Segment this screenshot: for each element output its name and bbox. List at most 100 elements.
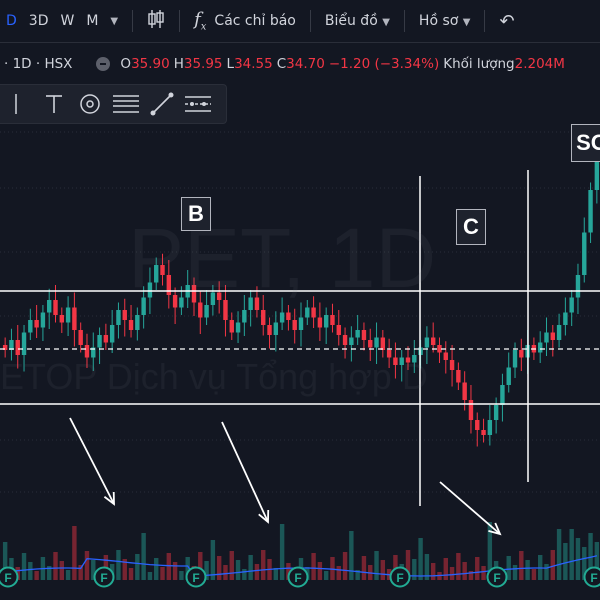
candle-body xyxy=(537,342,543,353)
chart-menu-button[interactable]: Biểu đồ ▼ xyxy=(319,13,396,29)
volume-bar xyxy=(135,554,140,580)
arrow-c-shaft xyxy=(439,481,501,535)
volume-bar xyxy=(531,569,537,580)
candle-body xyxy=(512,350,518,368)
volume-bar xyxy=(254,564,260,580)
volume-bar xyxy=(216,556,222,580)
toolbar-divider xyxy=(132,10,134,32)
candle-body xyxy=(279,312,285,323)
pattern-tool[interactable] xyxy=(180,88,216,120)
annotation-b[interactable]: B xyxy=(181,197,211,231)
volume-bar xyxy=(412,559,417,580)
profile-menu-label: Hồ sơ xyxy=(418,13,459,29)
candle-body xyxy=(361,330,367,340)
candle-body xyxy=(468,400,474,420)
volume-bar xyxy=(443,558,448,580)
candle-body xyxy=(544,332,549,343)
hide-legend-icon[interactable] xyxy=(96,57,111,71)
volume-bar xyxy=(65,570,71,580)
undo-icon: ↶ xyxy=(499,10,515,32)
candle-body xyxy=(342,335,348,345)
f-marker-label: F xyxy=(396,571,403,585)
interval-chevron-down-icon[interactable]: ▼ xyxy=(104,16,124,27)
candles-type-button[interactable] xyxy=(141,9,171,33)
volume-bar xyxy=(84,551,90,580)
open-value: 35.90 xyxy=(131,56,170,72)
interval-3d-button[interactable]: 3D xyxy=(23,13,55,29)
close-label: C xyxy=(276,56,287,72)
candle-body xyxy=(456,370,461,383)
annotation-so[interactable]: SO xyxy=(571,124,600,162)
volume-bar xyxy=(223,565,228,580)
volume-bar xyxy=(72,526,77,580)
symbol-watermark: PET, 1D xyxy=(128,211,437,305)
candle-body xyxy=(103,335,109,343)
candle-body xyxy=(336,325,341,335)
candle-body xyxy=(122,310,127,320)
toolbar-divider xyxy=(179,10,181,32)
interval-d-button[interactable]: D xyxy=(0,13,23,29)
volume-bar xyxy=(361,556,367,580)
candle-body xyxy=(72,307,77,330)
volume-bar xyxy=(380,560,386,580)
volume-bar xyxy=(53,552,58,580)
text-tool[interactable] xyxy=(36,88,72,120)
candle-body xyxy=(475,420,480,430)
candle-body xyxy=(449,360,455,370)
volume-bar xyxy=(59,561,65,580)
candle-body xyxy=(235,322,241,333)
candle-body xyxy=(298,317,304,330)
candle-body xyxy=(424,337,430,348)
volume-bar xyxy=(456,553,461,580)
volume-bar xyxy=(323,571,329,580)
volume-bar xyxy=(248,555,253,580)
volume-bar xyxy=(229,551,234,580)
f-marker-label: F xyxy=(4,571,11,585)
target-tool[interactable] xyxy=(72,88,108,120)
f-marker-label: F xyxy=(192,571,199,585)
candle-body xyxy=(556,325,562,340)
text-cursor-tool[interactable] xyxy=(0,88,36,120)
candle-body xyxy=(28,320,33,333)
volume-bar xyxy=(166,553,172,580)
volume-bar xyxy=(21,553,27,580)
candle-body xyxy=(311,307,316,318)
volume-bar xyxy=(449,567,455,580)
volume-label: Khối lượng xyxy=(443,56,515,72)
trend-line-tool[interactable] xyxy=(144,88,180,120)
candle-body xyxy=(242,310,247,323)
f-marker-label: F xyxy=(590,571,597,585)
fib-lines-tool[interactable] xyxy=(108,88,144,120)
candle-body xyxy=(34,320,39,328)
candle-body xyxy=(582,232,587,275)
volume-bar xyxy=(128,568,134,580)
candle-body xyxy=(550,332,555,340)
candle-body xyxy=(273,322,279,335)
candle-body xyxy=(349,337,354,345)
interval-w-button[interactable]: W xyxy=(54,13,80,29)
profile-menu-button[interactable]: Hồ sơ ▼ xyxy=(413,13,477,29)
volume-bar xyxy=(147,572,153,580)
volume-bar xyxy=(569,529,574,580)
volume-bar xyxy=(512,565,518,580)
candle-body xyxy=(267,325,272,335)
volume-bar xyxy=(311,553,316,580)
indicators-button[interactable]: fx Các chỉ báo xyxy=(188,9,302,33)
symbol-interval-exchange[interactable]: · 1D · HSX xyxy=(0,56,72,72)
volume-bar xyxy=(141,533,146,580)
interval-m-button[interactable]: M xyxy=(80,13,104,29)
volume-bar xyxy=(525,560,530,580)
candle-body xyxy=(53,300,58,315)
arrow-b2-shaft xyxy=(221,421,269,523)
symbol-legend: · 1D · HSX O 35.90 H 35.95 L 34.55 C 34.70 −… xyxy=(0,52,600,76)
candle-body xyxy=(305,307,310,318)
toolbar-divider xyxy=(403,10,405,32)
undo-button[interactable]: ↶ xyxy=(493,11,520,32)
candle-body xyxy=(493,405,499,420)
annotation-c[interactable]: C xyxy=(456,209,486,245)
volume-bar xyxy=(418,538,423,580)
candle-body xyxy=(430,337,436,345)
volume-value: 2.204M xyxy=(514,56,565,72)
volume-bar xyxy=(349,531,354,580)
candle-body xyxy=(487,420,493,435)
